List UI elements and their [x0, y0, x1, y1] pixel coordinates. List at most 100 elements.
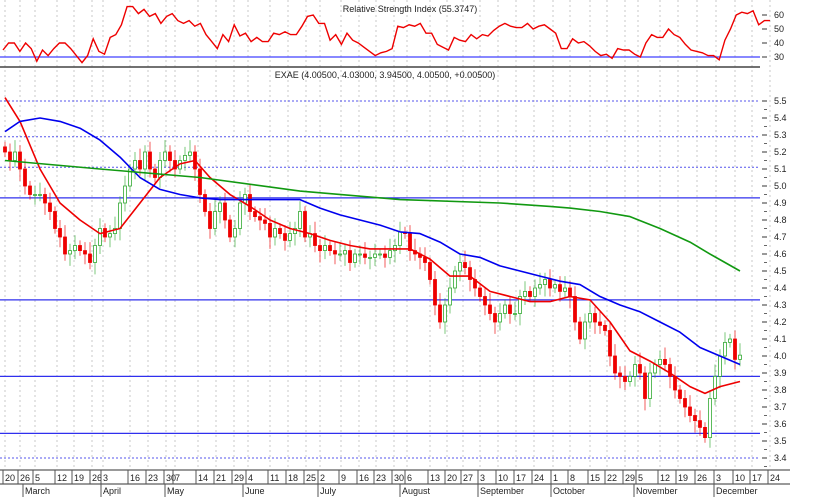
- candle-body: [203, 194, 207, 212]
- candle-body: [728, 338, 732, 343]
- candle-body: [223, 202, 227, 221]
- candle-body: [108, 233, 112, 238]
- candle-body: [393, 245, 397, 251]
- x-axis: 20 26 5 12 19 26 3 16 23 307 14 21 29 4 11 18 25 2 9 16 23 30…: [0, 469, 790, 497]
- candle-body: [98, 228, 102, 246]
- bearish-candle: [473, 269, 477, 297]
- day-tick-label: 14: [198, 473, 208, 483]
- bearish-candle: [88, 242, 92, 270]
- bullish-candle: [498, 303, 502, 331]
- candle-body: [563, 287, 567, 292]
- bearish-candle: [433, 271, 437, 316]
- bullish-candle: [533, 279, 537, 307]
- bearish-candle: [3, 141, 7, 158]
- bullish-candle: [588, 301, 592, 329]
- bullish-candle: [113, 216, 117, 241]
- bearish-candle: [428, 257, 432, 285]
- month-label: June: [245, 486, 265, 496]
- day-tick-label: 30: [394, 473, 404, 483]
- day-tick-label: 25: [306, 473, 316, 483]
- bullish-candle: [13, 140, 17, 168]
- bearish-candle: [678, 384, 682, 404]
- bullish-candle: [738, 343, 742, 367]
- price-y-tick-label: 5.2: [774, 147, 787, 157]
- bearish-candle: [18, 145, 22, 181]
- day-tick-label: 3: [716, 473, 721, 483]
- candle-body: [488, 304, 492, 314]
- day-tick-label: 20: [447, 473, 457, 483]
- candle-body: [243, 194, 247, 204]
- candle-body: [43, 194, 47, 204]
- candle-body: [663, 358, 667, 365]
- candle-body: [208, 211, 212, 229]
- bearish-candle: [208, 203, 212, 239]
- bearish-candle: [28, 180, 32, 200]
- candle-body: [648, 372, 652, 399]
- candle-body: [248, 194, 252, 212]
- candle-body: [18, 151, 22, 170]
- candle-body: [383, 253, 387, 258]
- day-tick-label: 6: [407, 473, 412, 483]
- candle-body: [688, 406, 692, 416]
- bullish-candle: [658, 350, 662, 375]
- day-tick-label: 10: [498, 473, 508, 483]
- candle-body: [68, 250, 72, 255]
- bearish-candle: [673, 366, 677, 399]
- bullish-candle: [458, 254, 462, 282]
- candle-body: [218, 202, 222, 212]
- candle-body: [73, 245, 77, 251]
- bullish-candle: [728, 333, 732, 348]
- candle-body: [733, 338, 737, 360]
- day-tick-label: 23: [148, 473, 158, 483]
- rsi-panel: Relative Strength Index (55.3747): [0, 4, 770, 64]
- bearish-candle: [193, 145, 197, 181]
- candle-body: [548, 279, 552, 289]
- bearish-candle: [683, 390, 687, 418]
- bullish-candle: [213, 199, 217, 236]
- candle-body: [678, 389, 682, 399]
- bearish-candle: [703, 422, 707, 443]
- price-y-tick-label: 3.8: [774, 385, 787, 395]
- bearish-candle: [608, 322, 612, 367]
- bearish-candle: [623, 366, 627, 390]
- candle-body: [608, 330, 612, 357]
- price-y-tick-label: 5.1: [774, 164, 787, 174]
- bullish-candle: [373, 243, 377, 266]
- bearish-candle: [328, 240, 332, 256]
- candle-body: [523, 290, 527, 297]
- day-tick-label: 1: [553, 473, 558, 483]
- moving-average-line-3: [4, 159, 741, 272]
- day-tick-label: 13: [430, 473, 440, 483]
- candle-body: [338, 253, 342, 256]
- bearish-candle: [203, 189, 207, 217]
- day-tick-label: 26: [697, 473, 707, 483]
- bullish-candle: [343, 243, 347, 266]
- day-tick-label: 22: [607, 473, 617, 483]
- day-tick-label: 17: [516, 473, 526, 483]
- bearish-candle: [313, 221, 317, 253]
- bearish-candle: [568, 281, 572, 309]
- month-label: November: [636, 486, 678, 496]
- bearish-candle: [43, 187, 47, 215]
- candle-body: [58, 228, 62, 238]
- bearish-candle: [278, 223, 282, 239]
- candle-body: [643, 372, 647, 399]
- bullish-candle: [293, 221, 297, 246]
- candle-body: [288, 233, 292, 241]
- price-y-tick-label: 5.4: [774, 113, 787, 123]
- candle-body: [428, 262, 432, 280]
- bullish-candle: [543, 272, 547, 297]
- candle-body: [273, 228, 277, 238]
- bullish-candle: [93, 238, 97, 275]
- day-tick-label: 5: [35, 473, 40, 483]
- day-tick-label: 26: [20, 473, 30, 483]
- bearish-candle: [418, 247, 422, 270]
- bearish-candle: [83, 242, 87, 265]
- candle-body: [558, 284, 562, 292]
- day-tick-label: 11: [270, 473, 279, 483]
- candle-body: [343, 250, 347, 255]
- bearish-candle: [693, 408, 697, 433]
- day-tick-label: 9: [341, 473, 346, 483]
- bullish-candle: [368, 250, 372, 270]
- bullish-candle: [98, 218, 102, 254]
